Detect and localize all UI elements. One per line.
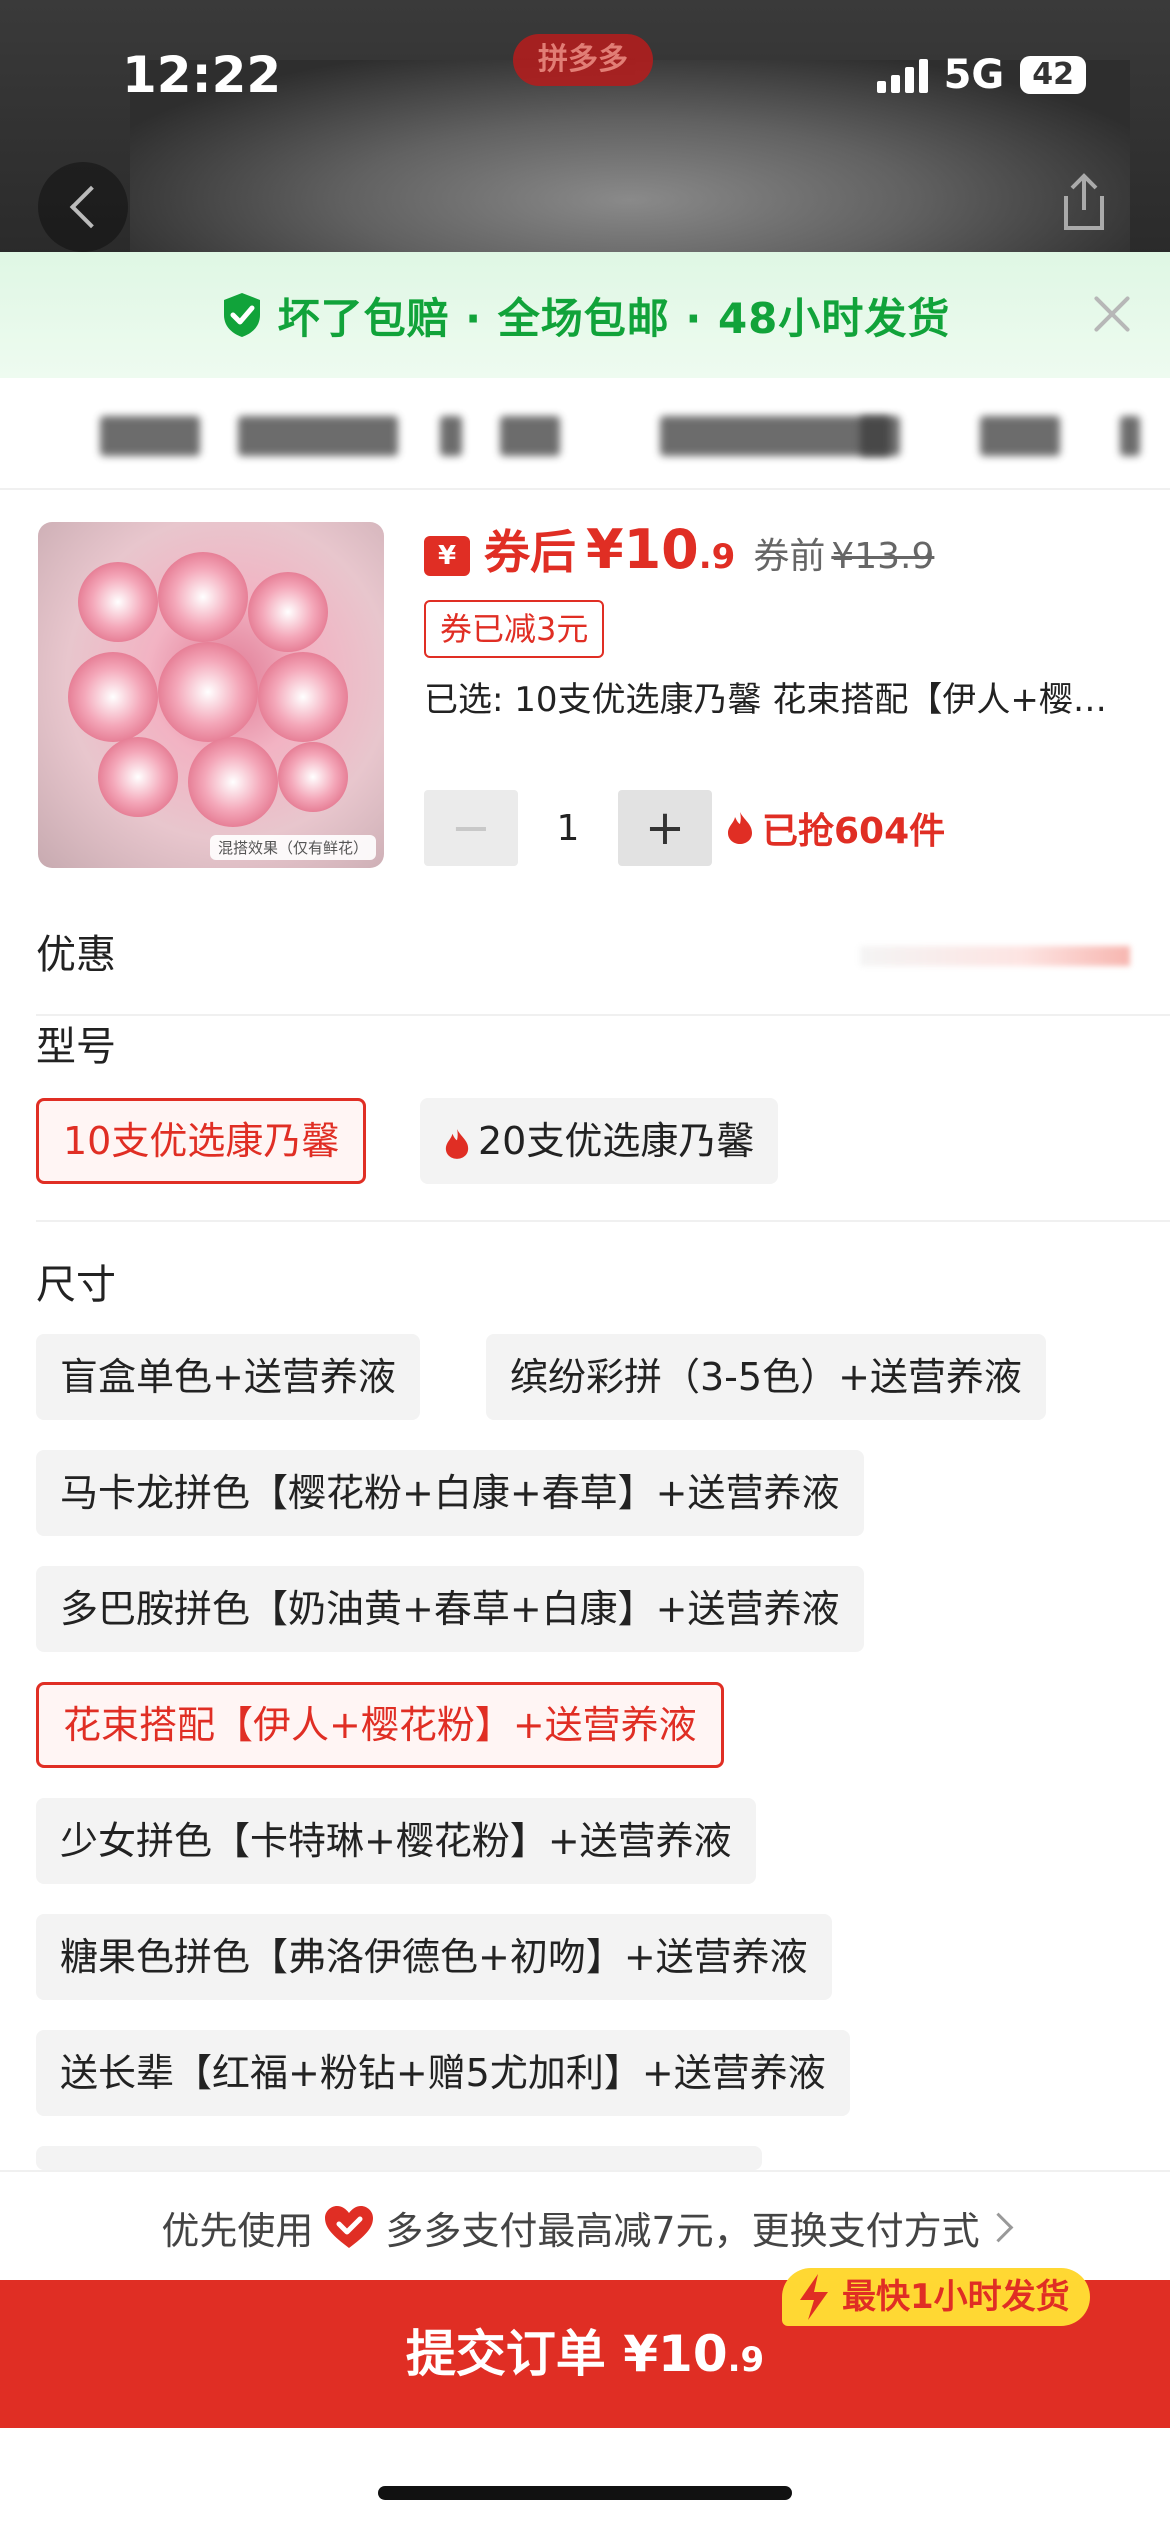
submit-label: 提交订单 — [405, 2325, 606, 2383]
price-label: 券后 — [484, 525, 576, 579]
increment-button[interactable]: + — [618, 790, 712, 866]
guarantee-text: 坏了包赔 · 全场包邮 · 48小时发货 — [277, 293, 951, 343]
size-option[interactable]: 马卡龙拼色【樱花粉+白康+春草】+送营养液 — [36, 1450, 864, 1536]
pay-heart-icon — [325, 2206, 374, 2248]
discount-title: 优惠 — [36, 932, 116, 978]
submit-order-button[interactable]: 提交订单 ¥10.9 最快1小时发货 — [0, 2268, 1170, 2428]
selected-summary: 已选: 10支优选康乃馨 花束搭配【伊人+樱花粉】+送营养液 — [424, 680, 1124, 720]
payment-text: 多多支付最高减7元，更换支付方式 — [385, 2208, 980, 2253]
model-option-20[interactable]: 20支优选康乃馨 — [420, 1098, 779, 1184]
app-badge: 拼多多 — [513, 34, 653, 86]
size-option[interactable]: 糖果色拼色【弗洛伊德色+初吻】+送营养液 — [36, 1914, 832, 2000]
submit-price: ¥10 — [623, 2325, 728, 2383]
status-time: 12:22 — [122, 46, 282, 104]
sold-count: 已抢604件 — [726, 802, 945, 854]
quantity-stepper: − 1 + 已抢604件 — [424, 790, 945, 866]
signal-icon — [876, 57, 928, 93]
model-option-10[interactable]: 10支优选康乃馨 — [36, 1098, 367, 1184]
quantity-value[interactable]: 1 — [518, 808, 618, 849]
network-label: 5G — [943, 52, 1005, 98]
payment-bar[interactable]: 优先使用 多多支付最高减7元，更换支付方式 — [0, 2170, 1170, 2282]
price-row: ¥ 券后 ¥10 .9 券前 ¥13.9 — [424, 516, 934, 582]
submit-price-decimal: .9 — [727, 2340, 765, 2380]
price-main: ¥10 — [586, 518, 699, 581]
flame-icon — [728, 812, 752, 844]
chevron-right-icon — [983, 2212, 1013, 2242]
coupon-tag: 券已减3元 — [424, 600, 605, 658]
size-option[interactable]: 盲盒单色+送营养液 — [36, 1334, 420, 1420]
battery-icon: 42 — [1020, 56, 1086, 94]
sku-sheet: 坏了包赔 · 全场包邮 · 48小时发货 混搭效果（仅有鲜花） ¥ 券后 ¥10… — [0, 252, 1170, 2532]
home-indicator — [378, 2486, 792, 2500]
size-option[interactable]: 送长辈【红福+粉钻+赠5尤加利】+送营养液 — [36, 2030, 850, 2116]
payment-prefix: 优先使用 — [161, 2208, 314, 2253]
pre-price: ¥13.9 — [831, 536, 935, 577]
size-option[interactable]: 少女拼色【卡特琳+樱花粉】+送营养液 — [36, 1798, 756, 1884]
divider — [36, 1014, 1170, 1016]
sold-text: 已抢604件 — [762, 811, 946, 852]
model-option-label: 20支优选康乃馨 — [478, 1119, 755, 1163]
size-option-partial[interactable] — [36, 2146, 762, 2170]
size-option-selected[interactable]: 花束搭配【伊人+樱花粉】+送营养液 — [36, 1682, 724, 1768]
share-icon[interactable] — [1058, 172, 1110, 232]
shield-check-icon — [223, 293, 260, 337]
thumb-caption: 混搭效果（仅有鲜花） — [209, 835, 376, 860]
fast-delivery-badge: 最快1小时发货 — [782, 2268, 1090, 2326]
size-option[interactable]: 缤纷彩拼（3-5色）+送营养液 — [486, 1334, 1046, 1420]
close-icon[interactable] — [1088, 290, 1136, 338]
flame-icon — [445, 1128, 469, 1159]
product-thumbnail[interactable]: 混搭效果（仅有鲜花） — [38, 522, 384, 868]
coupon-icon: ¥ — [424, 536, 470, 576]
lightning-icon — [800, 2274, 828, 2320]
model-title: 型号 — [36, 1024, 116, 1070]
size-title: 尺寸 — [36, 1262, 116, 1308]
discount-value[interactable] — [860, 946, 1130, 966]
pre-price-label: 券前 — [753, 536, 826, 577]
obscured-notice — [0, 378, 1170, 490]
divider — [36, 1220, 1170, 1222]
fast-delivery-text: 最快1小时发货 — [842, 2277, 1070, 2317]
size-option[interactable]: 多巴胺拼色【奶油黄+春草+白康】+送营养液 — [36, 1566, 864, 1652]
price-decimal: .9 — [698, 537, 736, 577]
guarantee-banner: 坏了包赔 · 全场包邮 · 48小时发货 — [0, 252, 1170, 378]
back-button[interactable] — [38, 162, 128, 252]
status-indicators: 5G 42 — [876, 52, 1086, 98]
decrement-button[interactable]: − — [424, 790, 518, 866]
